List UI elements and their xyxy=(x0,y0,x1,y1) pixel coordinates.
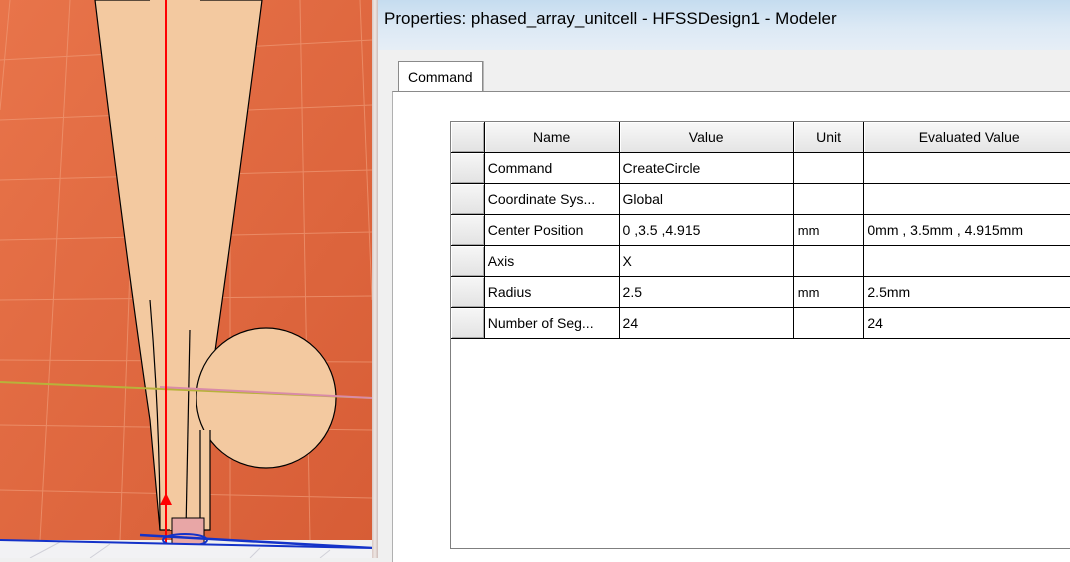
cell-name[interactable]: Command xyxy=(484,152,620,184)
cell-value[interactable]: 0 ,3.5 ,4.915 xyxy=(619,214,794,246)
cell-evaluated: 24 xyxy=(863,307,1070,339)
circle-stub xyxy=(195,327,337,469)
table-row: Number of Seg... 24 24 xyxy=(451,307,1070,339)
cell-name[interactable]: Number of Seg... xyxy=(484,307,620,339)
header-corner[interactable] xyxy=(451,122,485,153)
cell-unit[interactable]: mm xyxy=(793,214,865,246)
column-header-evaluated-value[interactable]: Evaluated Value xyxy=(863,122,1070,153)
cell-unit[interactable] xyxy=(793,245,865,277)
cell-value[interactable]: CreateCircle xyxy=(619,152,794,184)
cell-name[interactable]: Axis xyxy=(484,245,620,277)
table-row: Command CreateCircle xyxy=(451,152,1070,184)
cell-evaluated xyxy=(863,245,1070,277)
cell-unit[interactable] xyxy=(793,152,865,184)
table-row: Radius 2.5 mm 2.5mm xyxy=(451,276,1070,308)
cell-evaluated: 2.5mm xyxy=(863,276,1070,308)
row-header[interactable] xyxy=(451,307,485,339)
row-header[interactable] xyxy=(451,152,485,184)
tab-command[interactable]: Command xyxy=(398,61,483,92)
property-grid: Name Value Unit Evaluated Value Command … xyxy=(450,121,1070,549)
row-header[interactable] xyxy=(451,245,485,277)
cell-value[interactable]: Global xyxy=(619,183,794,215)
cell-value[interactable]: X xyxy=(619,245,794,277)
cell-evaluated xyxy=(863,152,1070,184)
properties-dialog: Properties: phased_array_unitcell - HFSS… xyxy=(378,0,1070,562)
table-row: Center Position 0 ,3.5 ,4.915 mm 0mm , 3… xyxy=(451,214,1070,246)
column-header-name[interactable]: Name xyxy=(484,122,620,153)
cell-name[interactable]: Radius xyxy=(484,276,620,308)
table-row: Axis X xyxy=(451,245,1070,277)
modeler-3d-viewport[interactable] xyxy=(0,0,372,558)
column-header-unit[interactable]: Unit xyxy=(793,122,865,153)
cell-evaluated xyxy=(863,183,1070,215)
cell-name[interactable]: Center Position xyxy=(484,214,620,246)
window-title: Properties: phased_array_unitcell - HFSS… xyxy=(384,9,837,28)
row-header[interactable] xyxy=(451,214,485,246)
cell-unit[interactable]: mm xyxy=(793,276,865,308)
cell-value[interactable]: 24 xyxy=(619,307,794,339)
cell-name[interactable]: Coordinate Sys... xyxy=(484,183,620,215)
stub-feed xyxy=(199,430,211,531)
row-header[interactable] xyxy=(451,183,485,215)
tab-strip: Command Name Value Unit Evaluated Value xyxy=(378,50,1070,562)
table-header-row: Name Value Unit Evaluated Value xyxy=(451,122,1070,153)
column-header-value[interactable]: Value xyxy=(619,122,794,153)
table-row: Coordinate Sys... Global xyxy=(451,183,1070,215)
row-header[interactable] xyxy=(451,276,485,308)
cell-unit[interactable] xyxy=(793,183,865,215)
cell-value[interactable]: 2.5 xyxy=(619,276,794,308)
property-table: Name Value Unit Evaluated Value Command … xyxy=(451,122,1070,339)
tab-panel: Name Value Unit Evaluated Value Command … xyxy=(392,91,1070,562)
cell-evaluated: 0mm , 3.5mm , 4.915mm xyxy=(863,214,1070,246)
title-bar[interactable]: Properties: phased_array_unitcell - HFSS… xyxy=(378,0,1070,50)
cell-unit[interactable] xyxy=(793,307,865,339)
